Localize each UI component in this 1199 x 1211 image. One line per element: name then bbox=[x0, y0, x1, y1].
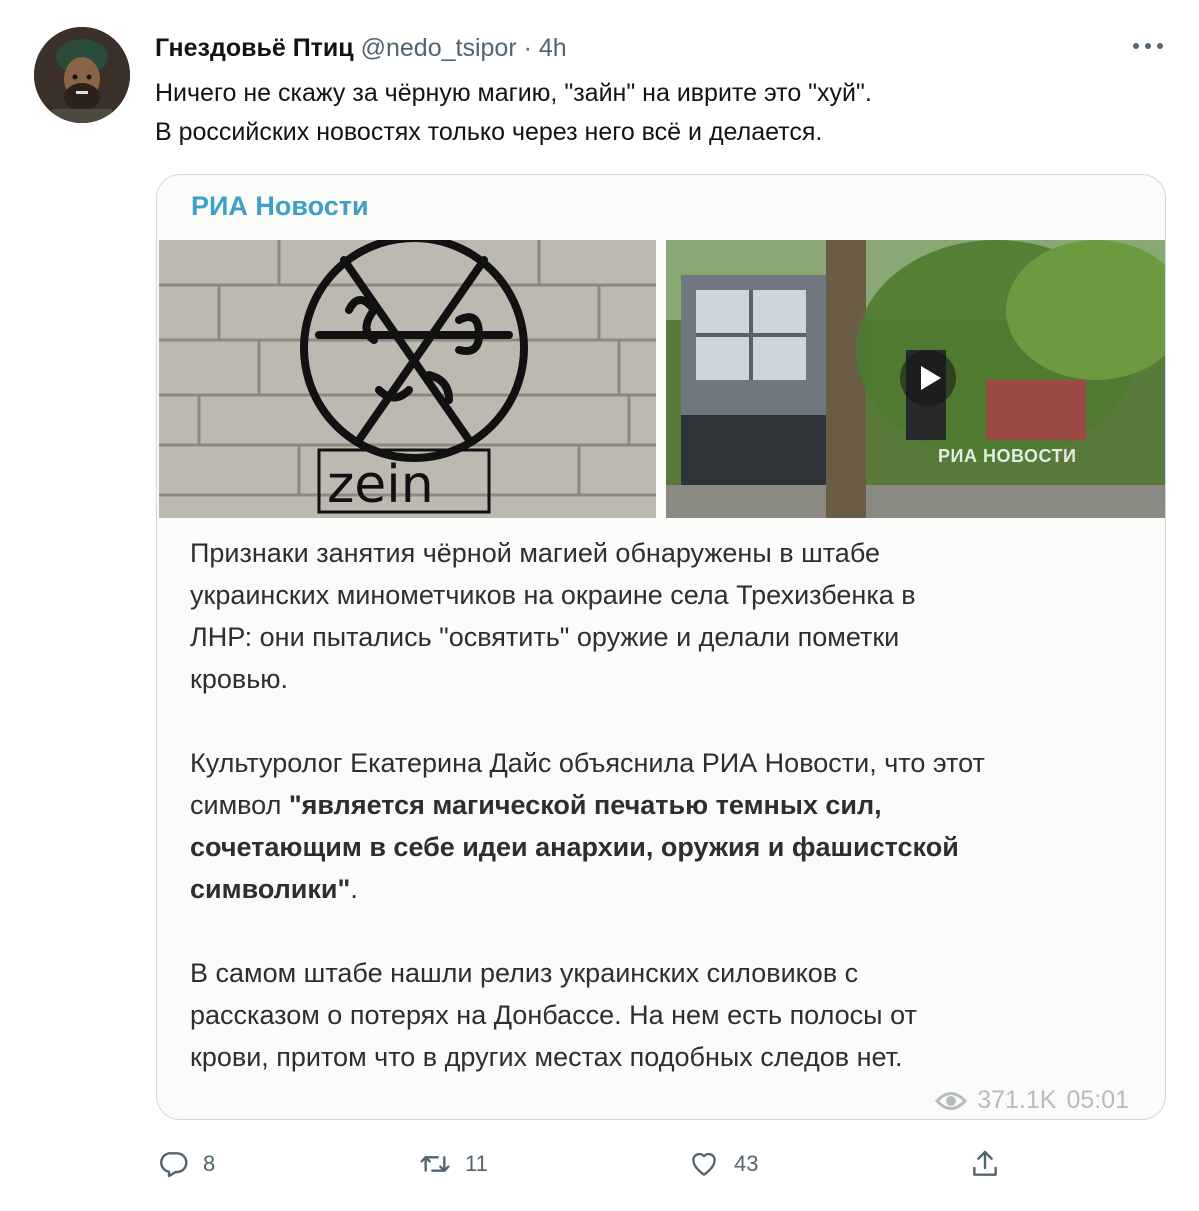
retweet-count: 11 bbox=[465, 1151, 488, 1176]
video-watermark: РИА НОВОСТИ bbox=[938, 446, 1077, 466]
news-line: сочетающим в себе идеи анархии, оружия и… bbox=[190, 826, 1140, 868]
news-bold-quote: "является магической печатью темных сил, bbox=[288, 790, 882, 820]
video-thumbnail[interactable]: РИА НОВОСТИ bbox=[666, 240, 1165, 518]
avatar[interactable] bbox=[34, 27, 130, 123]
retweet-icon bbox=[420, 1156, 450, 1172]
tweet-time[interactable]: 4h bbox=[539, 34, 567, 62]
news-plain-text: . bbox=[350, 874, 358, 904]
news-paragraph: Признаки занятия чёрной магией обнаружен… bbox=[190, 532, 1140, 700]
news-paragraph: В самом штабе нашли релиз украинских сил… bbox=[190, 952, 1140, 1078]
retweet-button[interactable]: 11 bbox=[419, 1148, 488, 1180]
news-paragraph: Культуролог Екатерина Дайс объяснила РИА… bbox=[190, 742, 1140, 910]
heart-icon bbox=[692, 1152, 716, 1176]
eye-icon bbox=[935, 1090, 968, 1112]
tweet-header: Гнездовьё Птиц @nedo_tsipor · 4h bbox=[155, 33, 567, 63]
news-line: символ "является магической печатью темн… bbox=[190, 784, 1140, 826]
graffiti-photo[interactable]: zein bbox=[159, 240, 656, 518]
like-button[interactable]: 43 bbox=[688, 1148, 758, 1180]
post-time: 05:01 bbox=[1066, 1086, 1129, 1114]
news-line: ЛНР: они пытались "освятить" оружие и де… bbox=[190, 622, 900, 652]
news-bold-quote: символики" bbox=[190, 874, 351, 904]
graffiti-text: zein bbox=[327, 455, 434, 515]
news-text: Признаки занятия чёрной магией обнаружен… bbox=[190, 532, 1140, 1119]
news-line: крови, притом что в других местах подобн… bbox=[190, 1042, 903, 1072]
news-line: Культуролог Екатерина Дайс объяснила РИА… bbox=[190, 748, 985, 778]
reply-icon bbox=[160, 1152, 188, 1178]
share-icon bbox=[973, 1150, 997, 1176]
author-handle[interactable]: @nedo_tsipor bbox=[361, 34, 517, 62]
more-icon[interactable] bbox=[1128, 30, 1168, 62]
tweet-actions: 8 11 43 bbox=[157, 1148, 1017, 1188]
view-count: 371.1K bbox=[977, 1086, 1057, 1114]
reply-button[interactable]: 8 bbox=[157, 1148, 215, 1180]
news-line: В самом штабе нашли релиз украинских сил… bbox=[190, 958, 859, 988]
share-button[interactable] bbox=[969, 1148, 1001, 1180]
news-line: символики". bbox=[190, 868, 1140, 910]
news-plain-text: символ bbox=[190, 790, 289, 820]
news-line: рассказом о потерях на Донбассе. На нем … bbox=[190, 1000, 917, 1030]
like-count: 43 bbox=[734, 1151, 759, 1176]
news-line: Признаки занятия чёрной магией обнаружен… bbox=[190, 538, 881, 568]
tweet-text: Ничего не скажу за чёрную магию, "зайн" … bbox=[155, 74, 1155, 152]
news-bold-quote: сочетающим в себе идеи анархии, оружия и… bbox=[190, 832, 959, 862]
separator-dot: · bbox=[523, 34, 532, 62]
author-name[interactable]: Гнездовьё Птиц bbox=[155, 34, 354, 62]
reply-count: 8 bbox=[203, 1151, 216, 1176]
media-card[interactable]: РИА Новости zein РИА НОВОСТИ Признаки за… bbox=[156, 174, 1166, 1120]
news-line: украинских минометчиков на окраине села … bbox=[190, 580, 916, 610]
news-line: кровью. bbox=[190, 664, 289, 694]
post-meta: 371.1K 05:01 bbox=[935, 1086, 1129, 1115]
ria-source-title: РИА Новости bbox=[191, 191, 369, 221]
tweet-text-line: Ничего не скажу за чёрную магию, "зайн" … bbox=[155, 79, 872, 107]
tweet-text-line: В российских новостях только через него … bbox=[155, 118, 823, 146]
play-icon[interactable] bbox=[900, 350, 956, 406]
